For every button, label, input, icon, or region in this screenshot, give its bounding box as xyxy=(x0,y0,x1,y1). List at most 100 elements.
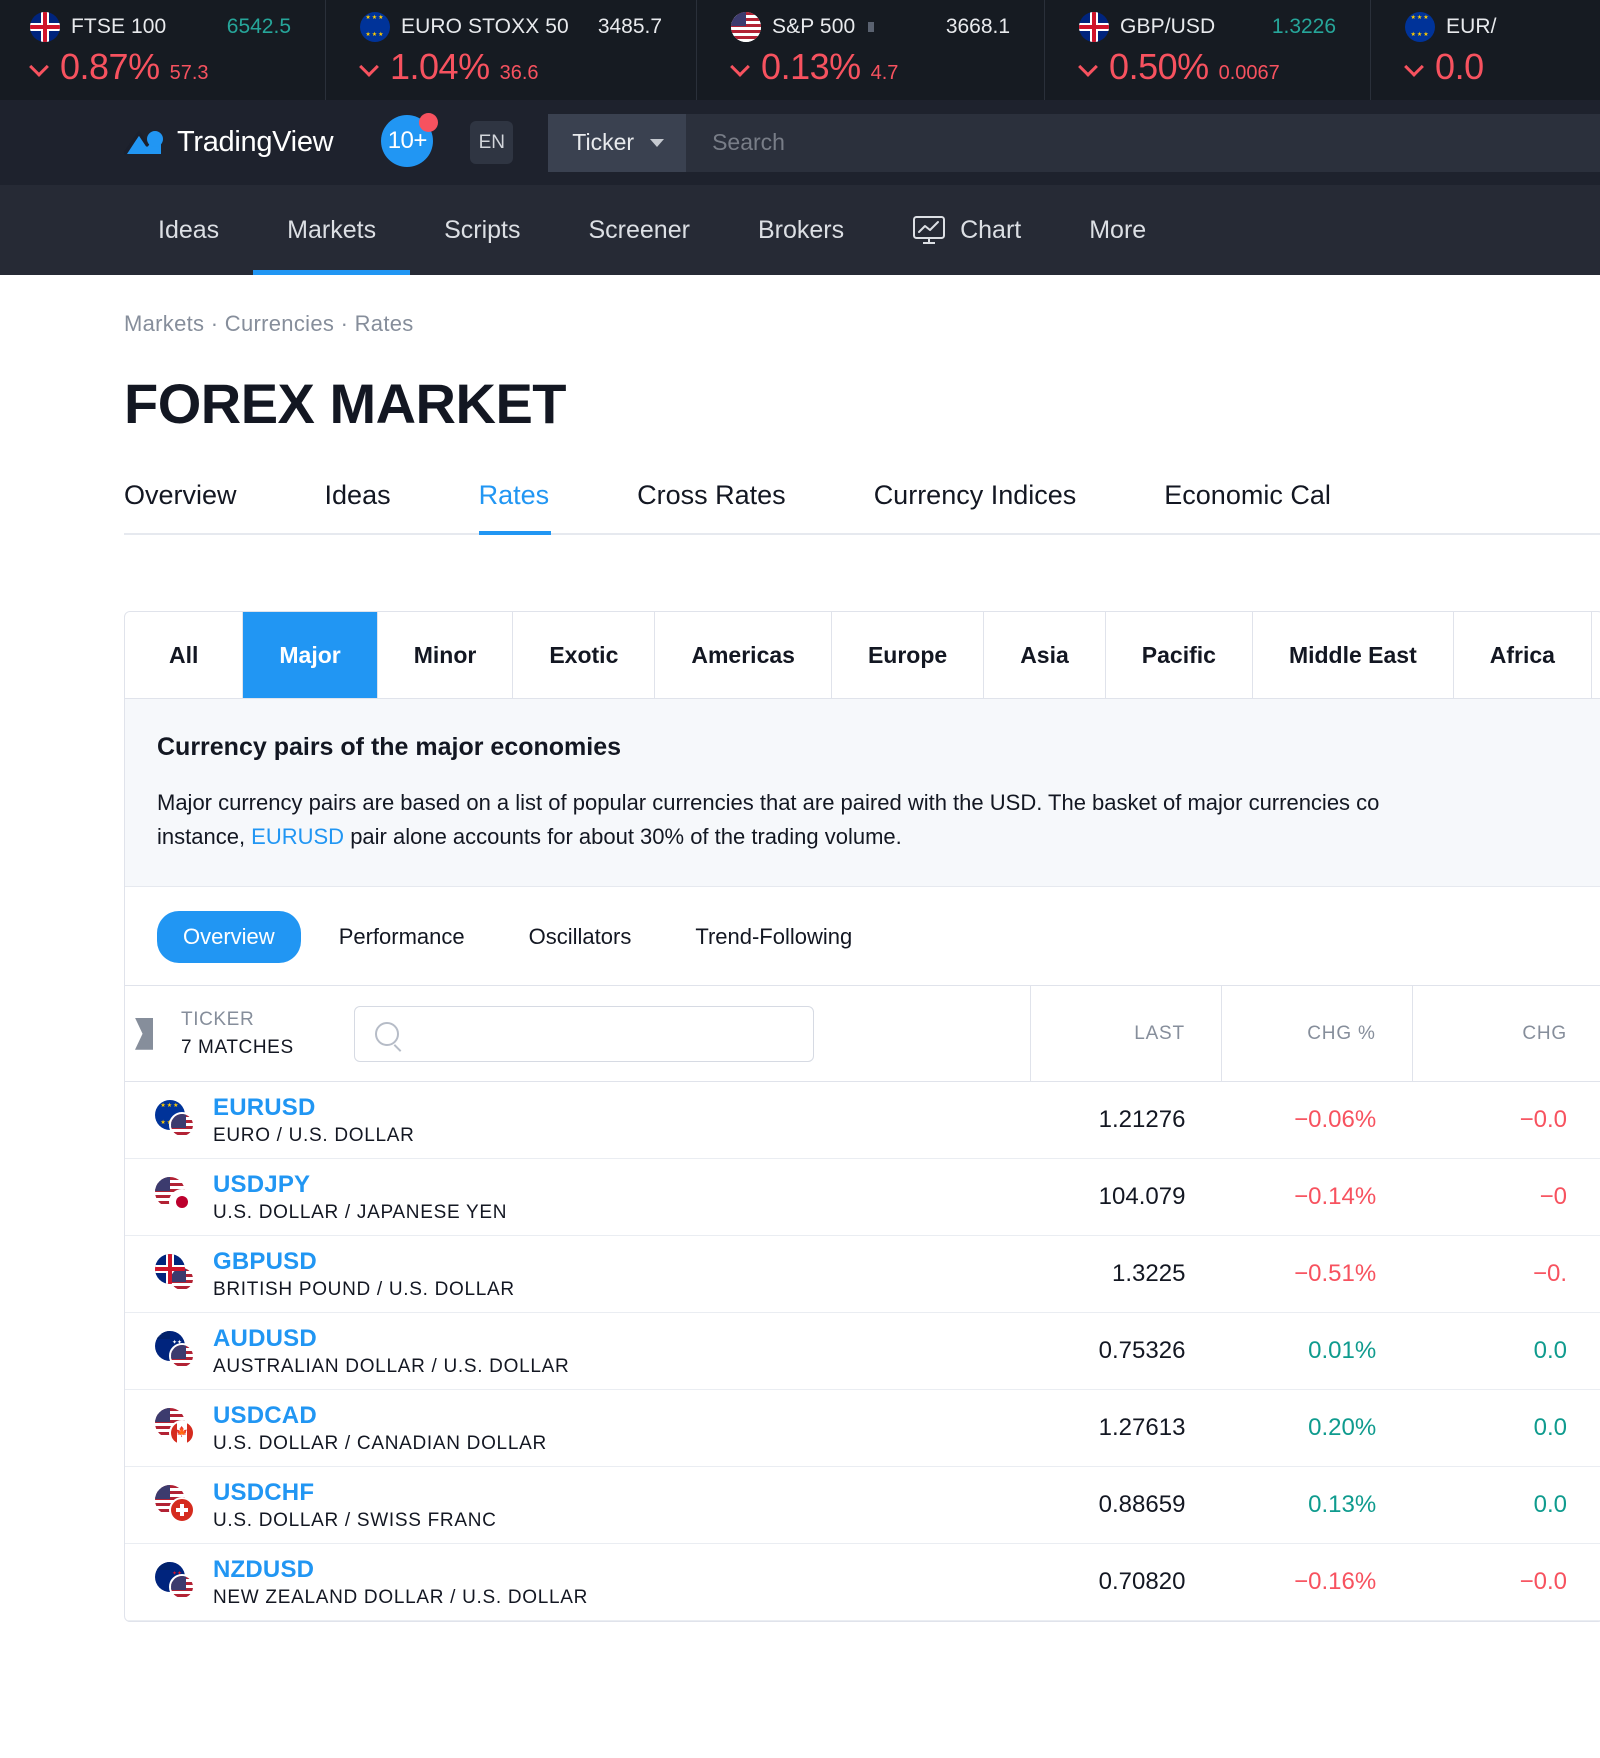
symbol-block: EURUSD EURO / U.S. DOLLAR xyxy=(213,1094,415,1147)
table-row[interactable]: ✦✦ NZDUSD NEW ZEALAND DOLLAR / U.S. DOLL… xyxy=(125,1543,1600,1622)
notifications-button[interactable]: 10+ xyxy=(381,112,439,171)
chevron-down-icon xyxy=(650,138,665,147)
ticker-change-percent: 0.13% xyxy=(761,46,861,87)
nav-item-brokers[interactable]: Brokers xyxy=(724,185,878,275)
ticker-change-percent: 0.50% xyxy=(1109,46,1209,87)
filter-exotic[interactable]: Exotic xyxy=(513,612,656,698)
col-header-last[interactable]: LAST xyxy=(1030,985,1222,1083)
jp-flag-icon xyxy=(169,1189,195,1216)
symbol-block: USDCAD U.S. DOLLAR / CANADIAN DOLLAR xyxy=(213,1402,547,1455)
nav-item-screener[interactable]: Screener xyxy=(554,185,723,275)
cell-chg-percent: −0.16% xyxy=(1221,1543,1413,1622)
table-row[interactable]: 🍁 USDCAD U.S. DOLLAR / CANADIAN DOLLAR 1… xyxy=(125,1389,1600,1468)
category-filter-bar: All Major Minor Exotic Americas Europe A… xyxy=(125,612,1600,699)
symbol-link[interactable]: USDJPY xyxy=(213,1171,507,1199)
subtab-overview[interactable]: Overview xyxy=(157,911,301,964)
ticker-item[interactable]: EUR/ 0.0 xyxy=(1371,0,1600,100)
tab-label: Cross Rates xyxy=(637,480,786,510)
cell-last: 0.88659 xyxy=(1030,1466,1222,1545)
filter-major[interactable]: Major xyxy=(243,612,378,698)
filter-europe[interactable]: Europe xyxy=(832,612,985,698)
tradingview-logo[interactable]: TradingView xyxy=(124,126,334,159)
subtab-performance[interactable]: Performance xyxy=(313,911,491,963)
page-content: Markets · Currencies · Rates FOREX MARKE… xyxy=(0,275,1600,1623)
symbol-link[interactable]: USDCHF xyxy=(213,1479,497,1507)
cell-chg: 0.0 xyxy=(1412,1312,1600,1391)
logo-text: TradingView xyxy=(177,126,334,158)
row-ticker-inner: EURUSD EURO / U.S. DOLLAR xyxy=(155,1094,1031,1147)
table-row[interactable]: GBPUSD BRITISH POUND / U.S. DOLLAR 1.322… xyxy=(125,1235,1600,1314)
nav-item-chart[interactable]: Chart xyxy=(878,185,1055,275)
ticker-bottom-row: 0.50% 0.0067 xyxy=(1079,46,1336,88)
ticker-item[interactable]: GBP/USD 1.3226 0.50% 0.0067 xyxy=(1045,0,1372,100)
filter-africa[interactable]: Africa xyxy=(1454,612,1592,698)
nav-label: Screener xyxy=(588,215,690,244)
tab-cross-rates[interactable]: Cross Rates xyxy=(637,480,826,533)
filter-americas[interactable]: Americas xyxy=(655,612,832,698)
nav-item-scripts[interactable]: Scripts xyxy=(410,185,554,275)
filter-middle-east[interactable]: Middle East xyxy=(1253,612,1454,698)
table-row[interactable]: EURUSD EURO / U.S. DOLLAR 1.21276 −0.06%… xyxy=(125,1081,1600,1160)
market-ticker-bar: FTSE 100 6542.5 0.87% 57.3 EURO STOXX 50… xyxy=(0,0,1600,100)
subtab-trend-following[interactable]: Trend-Following xyxy=(669,911,878,963)
symbol-block: USDCHF U.S. DOLLAR / SWISS FRANC xyxy=(213,1479,497,1532)
ticker-bottom-row: 1.04% 36.6 xyxy=(360,46,662,88)
eu-flag-icon xyxy=(1405,12,1436,42)
symbol-link[interactable]: USDCAD xyxy=(213,1402,547,1430)
search-input[interactable]: Search xyxy=(686,113,1600,172)
subtab-oscillators[interactable]: Oscillators xyxy=(503,911,658,963)
table-row[interactable]: ✦ ✦✦ AUDUSD AUSTRALIAN DOLLAR / U.S. DOL… xyxy=(125,1312,1600,1391)
symbol-link[interactable]: EURUSD xyxy=(213,1094,415,1122)
filter-pacific[interactable]: Pacific xyxy=(1106,612,1253,698)
tab-economic-calendar[interactable]: Economic Cal xyxy=(1164,480,1371,533)
ticker-change-percent: 0.87% xyxy=(60,46,160,87)
ticker-bottom-row: 0.13% 4.7 xyxy=(731,46,1010,88)
cell-last: 0.75326 xyxy=(1030,1312,1222,1391)
cell-ticker: GBPUSD BRITISH POUND / U.S. DOLLAR xyxy=(125,1235,1031,1314)
ca-flag-icon: 🍁 xyxy=(169,1420,195,1447)
nav-item-ideas[interactable]: Ideas xyxy=(124,185,253,275)
nav-item-markets[interactable]: Markets xyxy=(253,185,410,275)
col-header-chg[interactable]: CHG xyxy=(1411,985,1600,1083)
tab-rates[interactable]: Rates xyxy=(478,480,590,535)
table-head: TICKER 7 MATCHES LAST CHG % CHG xyxy=(125,985,1600,1083)
cell-chg-percent: 0.01% xyxy=(1221,1312,1413,1391)
symbol-link[interactable]: AUDUSD xyxy=(213,1325,569,1353)
col-header-chg-percent[interactable]: CHG % xyxy=(1220,985,1413,1083)
search-placeholder: Search xyxy=(712,129,785,155)
table-search-input[interactable] xyxy=(353,1005,814,1062)
tab-label: Rates xyxy=(478,480,550,510)
ticker-item[interactable]: FTSE 100 6542.5 0.87% 57.3 xyxy=(0,0,326,100)
symbol-block: AUDUSD AUSTRALIAN DOLLAR / U.S. DOLLAR xyxy=(213,1325,569,1378)
breadcrumb[interactable]: Markets · Currencies · Rates xyxy=(124,275,1600,337)
tab-label: Overview xyxy=(124,480,237,510)
notification-indicator-dot-icon xyxy=(419,112,439,132)
search-scope-dropdown[interactable]: Ticker xyxy=(548,113,687,172)
symbol-description: U.S. DOLLAR / CANADIAN DOLLAR xyxy=(213,1432,547,1454)
filter-asia[interactable]: Asia xyxy=(984,612,1106,698)
table-row[interactable]: USDJPY U.S. DOLLAR / JAPANESE YEN 104.07… xyxy=(125,1158,1600,1237)
au-us-flag-pair-icon: ✦ ✦✦ xyxy=(155,1331,195,1371)
ticker-item[interactable]: S&P 500 3668.1 0.13% 4.7 xyxy=(697,0,1046,100)
tab-ideas[interactable]: Ideas xyxy=(325,480,431,533)
tab-currency-indices[interactable]: Currency Indices xyxy=(874,480,1117,533)
ticker-name: GBP/USD xyxy=(1120,15,1216,38)
section-tabs: Overview Ideas Rates Cross Rates Currenc… xyxy=(124,480,1600,535)
ticker-top-row: S&P 500 3668.1 xyxy=(731,12,1010,42)
us-flag-icon xyxy=(169,1574,195,1601)
language-button[interactable]: EN xyxy=(470,121,514,164)
symbol-link[interactable]: GBPUSD xyxy=(213,1248,515,1276)
symbol-link[interactable]: NZDUSD xyxy=(213,1556,588,1584)
ticker-item[interactable]: EURO STOXX 50 3485.7 1.04% 36.6 xyxy=(326,0,698,100)
col-header-ticker[interactable]: TICKER 7 MATCHES xyxy=(125,985,1031,1083)
nav-item-more[interactable]: More xyxy=(1055,185,1180,275)
description-title: Currency pairs of the major economies xyxy=(157,733,622,761)
filter-minor[interactable]: Minor xyxy=(378,612,514,698)
sort-arrow-icon[interactable] xyxy=(135,1017,153,1050)
filter-all[interactable]: All xyxy=(125,612,244,698)
main-navigation: Ideas Markets Scripts Screener Brokers C… xyxy=(0,185,1600,275)
eurusd-link[interactable]: EURUSD xyxy=(251,824,344,849)
table-row[interactable]: USDCHF U.S. DOLLAR / SWISS FRANC 0.88659… xyxy=(125,1466,1600,1545)
tab-overview[interactable]: Overview xyxy=(124,480,277,533)
ticker-change-absolute: 57.3 xyxy=(169,62,209,84)
